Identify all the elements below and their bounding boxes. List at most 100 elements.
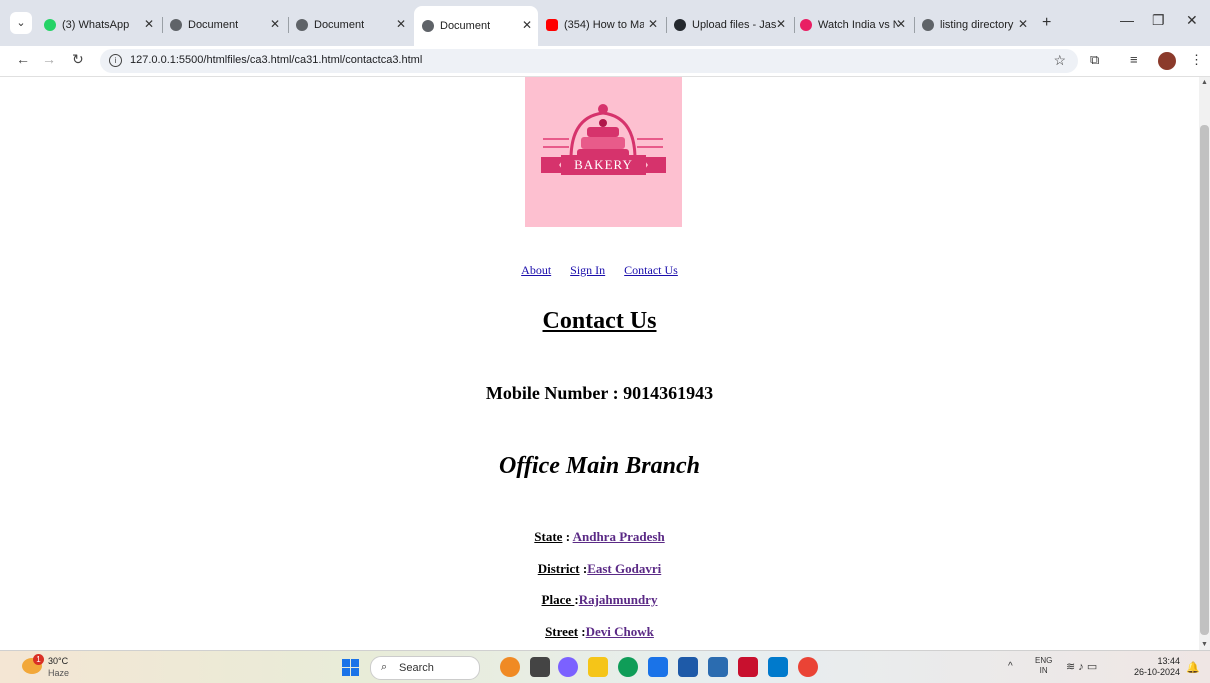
tab-document-1[interactable]: Document ✕	[170, 10, 286, 40]
taskbar-search[interactable]: ⌕ Search	[370, 656, 480, 680]
nav-about-link[interactable]: About	[521, 263, 551, 277]
mobile-number: Mobile Number : 9014361943	[485, 383, 714, 403]
hotstar-icon	[800, 19, 812, 31]
mcafee-app-icon[interactable]	[738, 657, 758, 677]
tab-github[interactable]: Upload files - Jas ✕	[674, 10, 792, 40]
edge-app-icon[interactable]	[618, 657, 638, 677]
tab-whatsapp[interactable]: (3) WhatsApp ✕	[44, 10, 160, 40]
folder-app-icon[interactable]	[588, 657, 608, 677]
address-value-link[interactable]: Devi Chowk	[586, 624, 654, 639]
profile-avatar[interactable]	[1158, 52, 1176, 70]
address-street: Street :Devi Chowk	[0, 624, 1199, 640]
region-code: IN	[1039, 666, 1048, 675]
tab-search-button[interactable]: ⌄	[10, 12, 32, 34]
clock-time: 13:44	[1157, 656, 1180, 666]
show-hidden-icons-icon[interactable]: ^	[1008, 661, 1013, 672]
clock[interactable]: 13:44 26-10-2024	[1128, 656, 1180, 678]
close-tab-icon[interactable]: ✕	[144, 17, 154, 31]
pen-app-icon[interactable]	[708, 657, 728, 677]
weather-badge: 1	[33, 654, 44, 665]
reading-list-icon[interactable]: ≡	[1130, 52, 1138, 67]
menu-kebab-icon[interactable]: ⋮	[1190, 52, 1203, 68]
clock-date: 26-10-2024	[1133, 667, 1180, 677]
address-value-link[interactable]: East Godavri	[587, 561, 661, 576]
scroll-up-arrow-icon[interactable]: ▲	[1201, 79, 1208, 86]
back-icon[interactable]: ←	[16, 51, 30, 67]
close-tab-icon[interactable]: ✕	[1018, 17, 1028, 31]
page-viewport: BAKERY About Sign In Contact Us Contact …	[0, 77, 1199, 650]
window-close-icon[interactable]: ✕	[1186, 12, 1198, 29]
weather-temperature[interactable]: 30°C	[48, 656, 68, 666]
globe-icon	[296, 19, 308, 31]
search-icon: ⌕	[381, 661, 388, 673]
scrollbar-thumb[interactable]	[1200, 125, 1209, 635]
l-app-icon[interactable]	[678, 657, 698, 677]
whatsapp-icon	[44, 19, 56, 31]
close-tab-icon[interactable]: ✕	[522, 18, 532, 32]
address-separator: :	[562, 529, 573, 544]
address-value-link[interactable]: Andhra Pradesh	[573, 529, 665, 544]
store-app-icon[interactable]	[648, 657, 668, 677]
nav-sign-in-link[interactable]: Sign In	[570, 263, 605, 277]
tab-title: Watch India vs N	[818, 19, 898, 31]
file-explorer-app-icon[interactable]	[530, 657, 550, 677]
close-tab-icon[interactable]: ✕	[270, 17, 280, 31]
tab-title: Upload files - Jas	[692, 19, 776, 31]
logo-text: BAKERY	[574, 157, 633, 172]
minimize-icon[interactable]: —	[1120, 12, 1134, 28]
cake-dome-icon	[541, 104, 666, 175]
widgets-app-icon[interactable]	[500, 657, 520, 677]
url-text[interactable]: 127.0.0.1:5500/htmlfiles/ca3.html/ca31.h…	[130, 54, 422, 66]
search-placeholder: Search	[399, 662, 434, 674]
forward-icon[interactable]: →	[42, 51, 56, 67]
page-title: Contact Us	[542, 308, 657, 334]
bookmark-star-icon[interactable]: ☆	[1053, 52, 1066, 69]
address-district: District :East Godavri	[0, 561, 1199, 577]
tab-title: Document	[440, 20, 491, 32]
language-indicator[interactable]: ENG IN	[1035, 656, 1052, 676]
notification-bell-icon[interactable]: 🔔	[1186, 661, 1200, 674]
close-tab-icon[interactable]: ✕	[648, 17, 658, 31]
address-bar[interactable]: i 127.0.0.1:5500/htmlfiles/ca3.html/ca31…	[100, 49, 1078, 73]
browser-toolbar: ← → ↻ i 127.0.0.1:5500/htmlfiles/ca3.htm…	[0, 46, 1210, 77]
site-info-icon[interactable]: i	[109, 54, 122, 67]
restore-icon[interactable]: ❐	[1152, 12, 1165, 29]
windows-taskbar: 1 30°C Haze ⌕ Search ^ ENG IN ≋ ♪ ▭ 13:4…	[0, 650, 1210, 683]
tab-listing-directory[interactable]: listing directory ✕	[922, 10, 1034, 40]
copilot-app-icon[interactable]	[558, 657, 578, 677]
scroll-down-arrow-icon[interactable]: ▼	[1201, 641, 1208, 648]
network-volume-battery-icon[interactable]: ≋ ♪ ▭	[1066, 660, 1097, 673]
tab-title: (3) WhatsApp	[62, 19, 130, 31]
address-label: Street	[545, 624, 579, 639]
tab-title: listing directory	[940, 19, 1014, 31]
chrome-app-icon[interactable]	[798, 657, 818, 677]
new-tab-button[interactable]: +	[1042, 14, 1051, 32]
tab-youtube[interactable]: (354) How to Ma ✕	[546, 10, 664, 40]
tab-watch-india[interactable]: Watch India vs N ✕	[800, 10, 912, 40]
tab-title: Document	[188, 19, 239, 31]
close-tab-icon[interactable]: ✕	[396, 17, 406, 31]
tab-document-active[interactable]: Document ✕	[414, 6, 538, 46]
vscode-app-icon[interactable]	[768, 657, 788, 677]
tab-title: (354) How to Ma	[564, 19, 644, 31]
start-windows-icon[interactable]	[342, 659, 359, 676]
bakery-logo: BAKERY	[525, 77, 682, 227]
globe-icon	[170, 19, 182, 31]
page-nav: About Sign In Contact Us	[0, 263, 1199, 278]
browser-tab-strip: ⌄ (3) WhatsApp ✕ Document ✕ Document ✕ D…	[0, 0, 1210, 46]
office-heading: Office Main Branch	[499, 453, 700, 479]
close-tab-icon[interactable]: ✕	[776, 17, 786, 31]
address-value-link[interactable]: Rajahmundry	[579, 592, 658, 607]
weather-description[interactable]: Haze	[48, 668, 69, 678]
reload-icon[interactable]: ↻	[72, 51, 84, 68]
address-separator: :	[578, 624, 586, 639]
tab-title: Document	[314, 19, 365, 31]
close-tab-icon[interactable]: ✕	[896, 17, 906, 31]
nav-contact-link[interactable]: Contact Us	[624, 263, 678, 277]
address-label: State	[534, 529, 563, 544]
tab-document-2[interactable]: Document ✕	[296, 10, 412, 40]
vertical-scrollbar[interactable]: ▲ ▼	[1199, 77, 1210, 650]
extensions-icon[interactable]: ⧉	[1090, 52, 1099, 68]
address-state: State : Andhra Pradesh	[0, 529, 1199, 545]
language-code: ENG	[1035, 656, 1053, 665]
